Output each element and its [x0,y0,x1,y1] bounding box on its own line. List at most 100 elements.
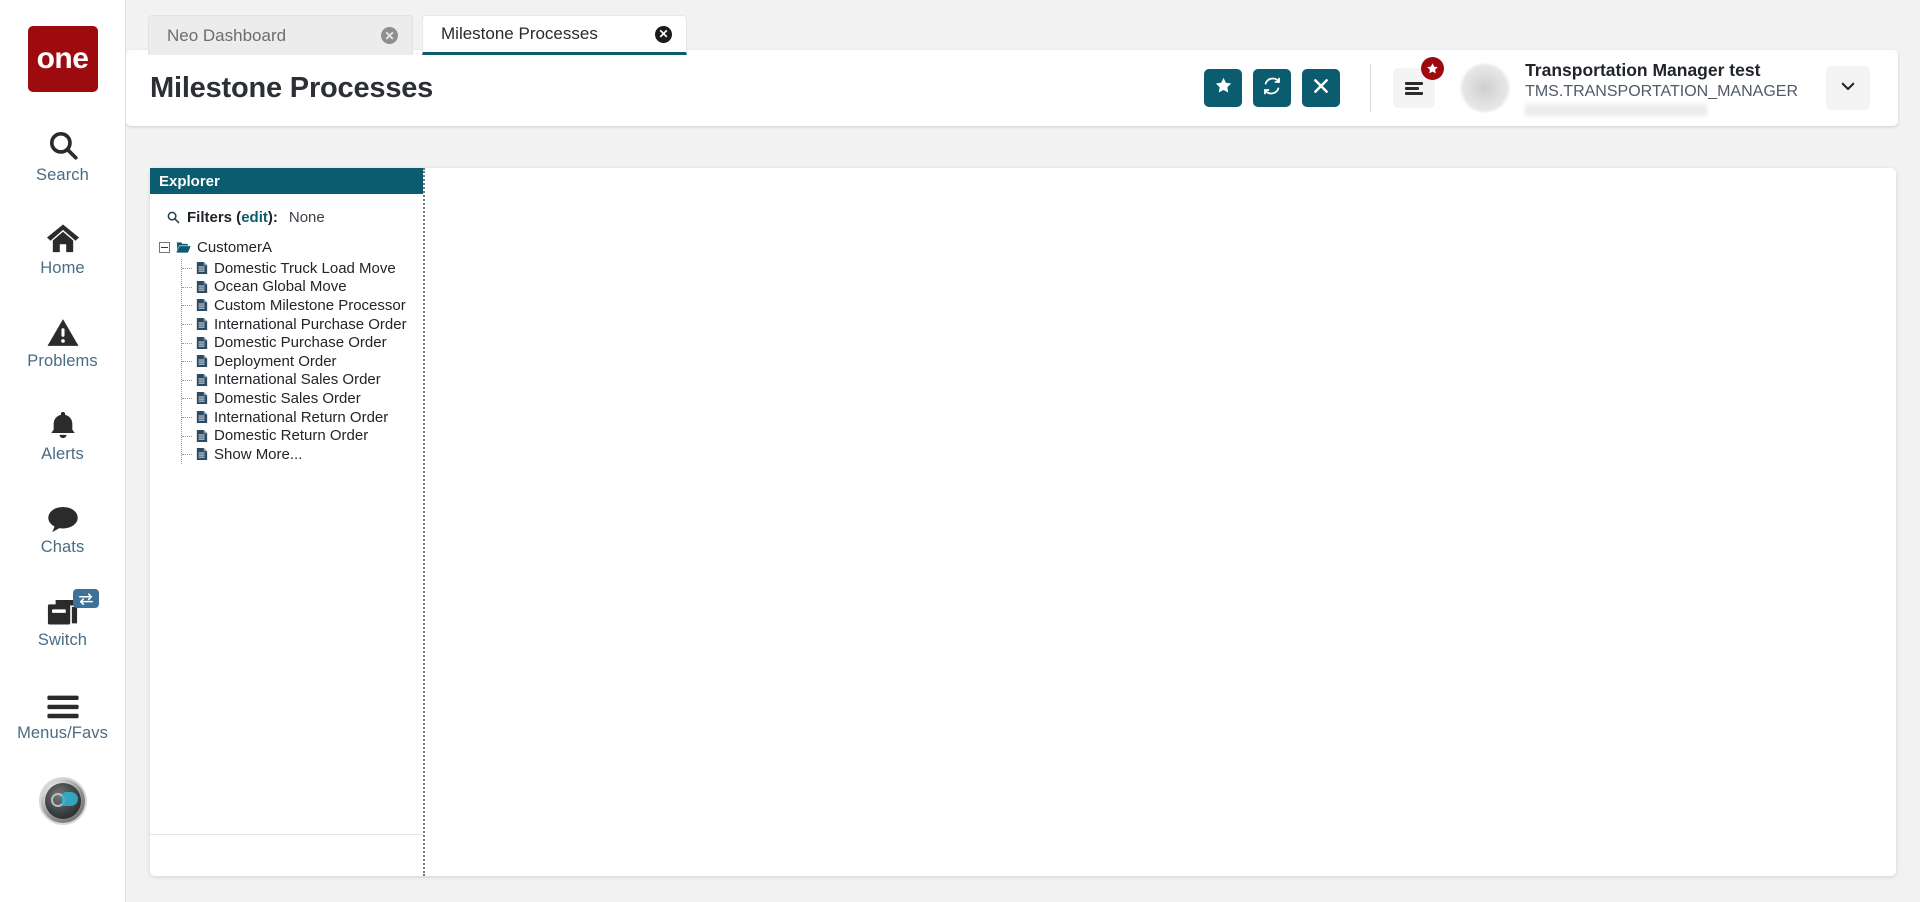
filters-label-end: ): [267,208,278,226]
tree-item-label: Deployment Order [214,352,337,370]
rail-label-alerts: Alerts [41,445,84,463]
tree-item-label: Custom Milestone Processor [214,296,406,314]
filters-row: Filters ( edit ): None [150,206,423,228]
tree-children-list: Domestic Truck Load Move Ocean Global Mo… [181,259,423,464]
rail-item-menus-favs[interactable]: Menus/Favs [0,678,126,743]
header-actions: Transportation Manager test TMS.TRANSPOR… [1193,57,1870,116]
tree-item-deployment-order[interactable]: Deployment Order [182,352,423,371]
tree-item-ocean-global-move[interactable]: Ocean Global Move [182,278,423,297]
favorite-button[interactable] [1204,69,1243,107]
tree-item-international-purchase-order[interactable]: International Purchase Order [182,315,423,334]
document-icon [196,317,208,331]
tab-label: Neo Dashboard [167,25,287,45]
document-icon [196,373,208,387]
rail-label-search: Search [36,166,89,184]
explorer-footer [150,834,423,876]
tree-item-domestic-truck-load-move[interactable]: Domestic Truck Load Move [182,259,423,278]
chat-bubble-icon [46,492,80,534]
warning-triangle-icon [46,306,80,348]
explorer-tree: CustomerA Domestic Truck Load Move Ocean… [150,236,423,464]
search-icon [166,210,180,224]
rail-item-home[interactable]: Home [0,213,126,278]
tree-item-domestic-sales-order[interactable]: Domestic Sales Order [182,389,423,408]
tab-label: Milestone Processes [441,24,598,43]
folder-open-icon [176,241,191,254]
tree-item-label: Ocean Global Move [214,278,347,296]
tab-milestone-processes[interactable]: Milestone Processes ✕ [422,15,687,55]
user-info: Transportation Manager test TMS.TRANSPOR… [1525,60,1798,116]
rail-item-alerts[interactable]: Alerts [0,399,126,464]
document-icon [196,429,208,443]
chevron-down-icon [1839,77,1857,100]
avatar [1461,64,1510,112]
tree-item-label: International Sales Order [214,371,381,389]
search-icon [46,120,80,162]
rail-item-search[interactable]: Search [0,120,126,185]
home-icon [45,213,81,255]
x-icon [1312,77,1330,100]
rail-item-chats[interactable]: Chats [0,492,126,557]
document-icon [196,447,208,461]
document-icon [196,280,208,294]
document-icon [196,391,208,405]
bell-icon [47,399,79,441]
star-icon [1214,76,1233,100]
tree-item-label: Domestic Purchase Order [214,334,387,352]
tree-item-domestic-purchase-order[interactable]: Domestic Purchase Order [182,333,423,352]
tab-neo-dashboard[interactable]: Neo Dashboard ✕ [148,15,413,55]
swap-arrows-icon[interactable] [72,589,99,608]
tree-item-label: Domestic Return Order [214,427,369,445]
collapse-minus-icon[interactable] [159,242,170,253]
menus-favs-button[interactable] [1393,57,1445,108]
ai-assistant-orb-icon[interactable] [38,777,87,825]
refresh-button[interactable] [1253,69,1292,107]
tree-item-label: International Purchase Order [214,315,407,333]
close-circle-icon[interactable]: ✕ [655,25,672,43]
tree-item-label: Show More... [214,445,303,463]
page-title: Milestone Processes [150,71,434,104]
assistant-orb-face [61,792,78,806]
hamburger-icon [46,678,80,720]
rail-item-switch[interactable]: Switch [0,585,126,650]
tree-node-label: CustomerA [197,239,273,256]
user-menu-button[interactable] [1826,66,1870,110]
rail-label-switch: Switch [37,631,88,649]
document-icon [196,261,208,275]
filters-value: None [288,208,325,226]
main-content-card: Explorer Filters ( edit ): None Customer… [150,168,1896,876]
document-icon [196,336,208,350]
tree-item-domestic-return-order[interactable]: Domestic Return Order [182,426,423,445]
document-icon [196,410,208,424]
document-icon [196,354,208,368]
close-circle-icon[interactable]: ✕ [381,27,398,44]
tree-item-international-sales-order[interactable]: International Sales Order [182,371,423,390]
tree-item-custom-milestone-processor[interactable]: Custom Milestone Processor [182,296,423,315]
user-role: TMS.TRANSPORTATION_MANAGER [1525,82,1798,100]
tree-item-label: Domestic Truck Load Move [214,259,396,277]
rail-label-menus-favs: Menus/Favs [17,724,108,742]
explorer-panel: Explorer Filters ( edit ): None Customer… [150,168,425,876]
tree-item-international-return-order[interactable]: International Return Order [182,408,423,427]
explorer-title: Explorer [159,172,220,190]
filters-edit-link[interactable]: edit [241,209,268,226]
user-name: Transportation Manager test [1525,60,1761,81]
rail-label-problems: Problems [27,352,98,370]
left-nav-rail: one Search Home Problems Alerts Chats Sw… [0,0,126,902]
brand-logo[interactable]: one [27,26,98,92]
tree-item-show-more[interactable]: Show More... [182,445,423,464]
tab-bar: Neo Dashboard ✕ Milestone Processes ✕ [126,0,1920,55]
explorer-header: Explorer [150,168,423,194]
refresh-icon [1262,76,1282,101]
tree-node-customera[interactable]: CustomerA [159,236,423,259]
rail-label-chats: Chats [40,538,85,556]
close-button[interactable] [1302,69,1341,107]
rail-item-problems[interactable]: Problems [0,306,126,371]
brand-logo-text: one [36,42,89,75]
rail-label-home: Home [40,259,85,277]
star-badge-icon [1421,57,1445,80]
main-detail-pane [425,168,1896,876]
hamburger-icon [1405,80,1424,97]
header-divider [1370,64,1372,112]
tree-item-label: International Return Order [214,408,389,426]
filters-label: Filters ( [187,208,242,226]
